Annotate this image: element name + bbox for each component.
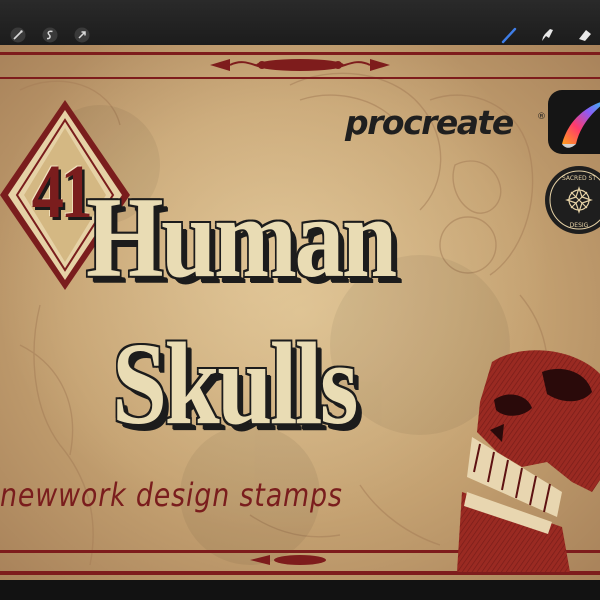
seal-text: SACRED ST — [562, 175, 596, 182]
artwork-canvas[interactable]: 41 procreate ® SACRED ST DESIG Human Sku… — [0, 45, 600, 580]
transform-icon[interactable] — [73, 26, 91, 44]
registered-mark: ® — [537, 112, 546, 122]
svg-text:DESIG: DESIG — [570, 222, 589, 229]
brush-icon[interactable] — [500, 26, 518, 44]
bottom-frame — [0, 580, 600, 600]
selection-icon[interactable] — [41, 26, 59, 44]
procreate-wordmark: procreate — [345, 103, 514, 142]
smudge-icon[interactable] — [538, 26, 556, 44]
title-skulls: Skulls — [112, 318, 358, 449]
procreate-app-icon — [548, 90, 600, 154]
subtitle: newwork design stamps — [0, 476, 343, 514]
title-human: Human — [86, 174, 397, 302]
eraser-icon[interactable] — [576, 26, 594, 44]
top-ornament — [210, 59, 390, 71]
engraved-skull — [457, 350, 600, 572]
sacred-stamps-seal: SACRED ST DESIG — [545, 166, 600, 234]
wand-icon[interactable] — [9, 26, 27, 44]
procreate-toolbar — [0, 0, 600, 45]
